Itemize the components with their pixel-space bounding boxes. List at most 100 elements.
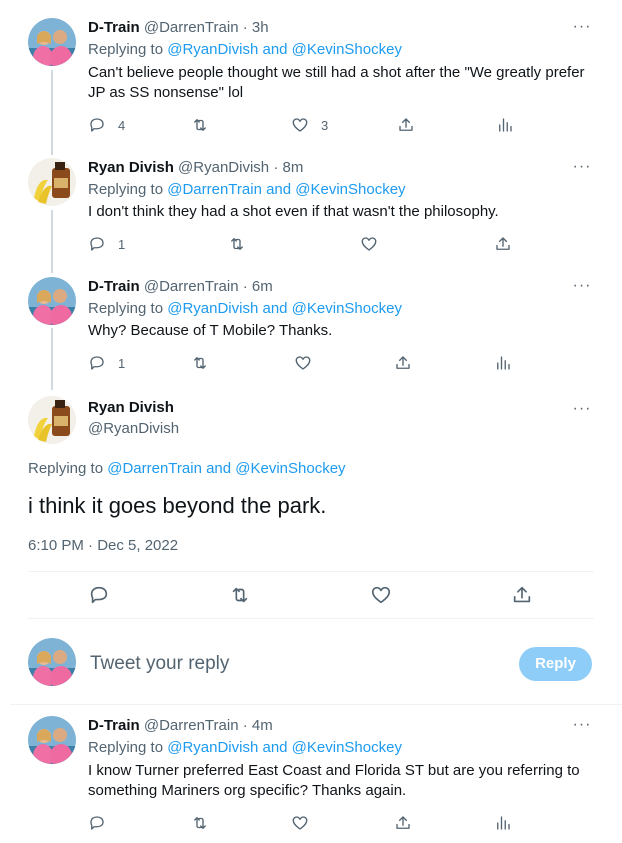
share-button[interactable] xyxy=(397,116,415,134)
retweet-button[interactable] xyxy=(191,116,209,134)
share-button[interactable] xyxy=(394,354,412,372)
avatar[interactable] xyxy=(28,638,76,686)
reply-input[interactable]: Tweet your reply xyxy=(90,651,229,677)
tweet-header: D-Train @DarrenTrain · 3h xyxy=(88,18,269,38)
analytics-button[interactable] xyxy=(494,354,512,372)
tweet-text: Why? Because of T Mobile? Thanks. xyxy=(88,322,333,339)
more-options-icon[interactable]: ··· xyxy=(572,401,592,422)
replying-to-link[interactable]: @DarrenTrain and @KevinShockey xyxy=(167,181,405,198)
tweet-header: D-Train @DarrenTrain · 6m xyxy=(88,277,273,297)
retweet-icon xyxy=(194,357,206,369)
like-count: 3 xyxy=(321,117,329,133)
like-button[interactable] xyxy=(360,235,378,253)
tweet-text: i think it goes beyond the park. xyxy=(28,493,327,518)
tweet-text: I know Turner preferred East Coast and F… xyxy=(88,762,580,799)
tweet-timestamp[interactable]: 6:10 PM · Dec 5, 2022 xyxy=(28,536,178,556)
retweet-button[interactable] xyxy=(228,235,246,253)
analytics-icon xyxy=(497,356,510,370)
tweet-text: I don't think they had a shot even if th… xyxy=(88,203,499,220)
reply-submit-button[interactable]: Reply xyxy=(519,647,592,681)
divider xyxy=(28,618,594,619)
retweet-icon xyxy=(194,119,206,131)
tweet-header: Ryan Divish @RyanDivish · 8m xyxy=(88,158,303,178)
handle[interactable]: @RyanDivish xyxy=(88,419,179,439)
replying-to: Replying to @RyanDivish and @KevinShocke… xyxy=(88,739,402,756)
analytics-icon xyxy=(499,118,512,132)
retweet-icon xyxy=(194,817,206,829)
reply-icon xyxy=(90,356,104,370)
replying-to: Replying to @RyanDivish and @KevinShocke… xyxy=(88,300,402,317)
divider xyxy=(28,571,594,572)
handle[interactable]: @RyanDivish xyxy=(178,159,269,176)
analytics-icon xyxy=(497,816,510,830)
tweet-header: D-Train @DarrenTrain · 4m xyxy=(88,716,273,736)
share-button[interactable] xyxy=(511,584,533,606)
more-options-icon[interactable]: ··· xyxy=(572,159,592,180)
retweet-button[interactable] xyxy=(191,354,209,372)
timestamp[interactable]: · 3h xyxy=(243,19,269,36)
avatar[interactable] xyxy=(28,158,76,206)
replying-to: Replying to @DarrenTrain and @KevinShock… xyxy=(88,181,406,198)
replying-to-link[interactable]: @DarrenTrain and @KevinShockey xyxy=(107,460,345,477)
retweet-button[interactable] xyxy=(191,814,209,832)
thread-tweet[interactable]: D-Train @DarrenTrain · 4m ··· Replying t… xyxy=(0,705,622,843)
reply-button[interactable] xyxy=(88,814,106,832)
handle[interactable]: @DarrenTrain xyxy=(144,278,239,295)
share-button[interactable] xyxy=(494,235,512,253)
reply-button[interactable]: 1 xyxy=(88,354,125,372)
analytics-button[interactable] xyxy=(494,814,512,832)
timestamp[interactable]: · 6m xyxy=(243,278,273,295)
reply-count: 4 xyxy=(118,117,126,133)
reply-button[interactable]: 4 xyxy=(88,116,125,134)
reply-count: 1 xyxy=(118,236,126,252)
retweet-button[interactable] xyxy=(229,584,251,606)
retweet-icon xyxy=(232,587,248,603)
heart-icon xyxy=(361,237,377,251)
like-button[interactable] xyxy=(370,584,392,606)
reply-count: 1 xyxy=(118,355,126,371)
handle[interactable]: @DarrenTrain xyxy=(144,19,239,36)
reply-button[interactable]: 1 xyxy=(88,235,125,253)
avatar[interactable] xyxy=(28,18,76,66)
like-button[interactable] xyxy=(291,814,309,832)
thread-tweet[interactable]: D-Train @DarrenTrain · 3h ··· Replying t… xyxy=(0,0,622,150)
display-name[interactable]: Ryan Divish xyxy=(88,398,174,418)
heart-icon xyxy=(292,816,308,830)
reply-icon xyxy=(90,586,108,604)
reply-icon xyxy=(90,237,104,251)
share-icon xyxy=(513,586,531,603)
share-icon xyxy=(396,816,410,829)
display-name[interactable]: D-Train xyxy=(88,717,140,734)
replying-to: Replying to @DarrenTrain and @KevinShock… xyxy=(28,460,346,477)
like-button[interactable] xyxy=(294,354,312,372)
display-name[interactable]: Ryan Divish xyxy=(88,159,174,176)
more-options-icon[interactable]: ··· xyxy=(572,278,592,299)
share-icon xyxy=(399,118,413,131)
tweet-text: Can't believe people thought we still ha… xyxy=(88,64,585,101)
reply-icon xyxy=(90,816,104,830)
thread-tweet[interactable]: D-Train @DarrenTrain · 6m ··· Replying t… xyxy=(0,270,622,390)
timestamp[interactable]: · 8m xyxy=(273,159,303,176)
more-options-icon[interactable]: ··· xyxy=(572,717,592,738)
avatar[interactable] xyxy=(28,277,76,325)
thread-tweet[interactable]: Ryan Divish @RyanDivish · 8m ··· Replyin… xyxy=(0,150,622,270)
analytics-button[interactable] xyxy=(496,116,514,134)
retweet-icon xyxy=(231,238,243,250)
reply-icon xyxy=(90,118,104,132)
timestamp[interactable]: · 4m xyxy=(243,717,273,734)
heart-icon xyxy=(295,356,311,370)
display-name[interactable]: D-Train xyxy=(88,19,140,36)
avatar[interactable] xyxy=(28,716,76,764)
more-options-icon[interactable]: ··· xyxy=(572,19,592,40)
replying-to-link[interactable]: @RyanDivish and @KevinShockey xyxy=(167,41,402,58)
share-button[interactable] xyxy=(394,814,412,832)
replying-to-link[interactable]: @RyanDivish and @KevinShockey xyxy=(167,300,402,317)
replying-to-link[interactable]: @RyanDivish and @KevinShockey xyxy=(167,739,402,756)
like-button[interactable]: 3 xyxy=(291,116,328,134)
reply-button[interactable] xyxy=(88,584,110,606)
handle[interactable]: @DarrenTrain xyxy=(144,717,239,734)
heart-icon xyxy=(292,118,308,132)
avatar[interactable] xyxy=(28,396,76,444)
focused-tweet: Ryan Divish @RyanDivish ··· Replying to … xyxy=(0,390,622,620)
display-name[interactable]: D-Train xyxy=(88,278,140,295)
